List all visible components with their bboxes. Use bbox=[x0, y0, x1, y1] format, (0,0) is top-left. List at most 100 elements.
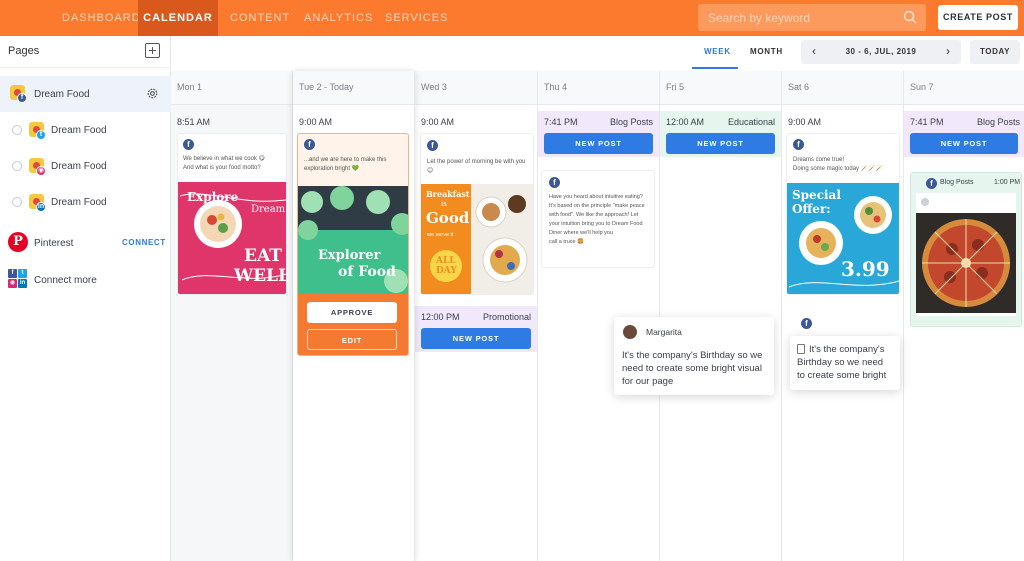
create-post-button[interactable]: CREATE POST bbox=[938, 5, 1018, 30]
comment-author: Margarita bbox=[646, 327, 682, 337]
twitter-badge-icon: t bbox=[36, 130, 46, 140]
time-slot-blog-posts: 7:41 PM Blog Posts NEW POST bbox=[538, 111, 659, 157]
sidebar-page-dream-food-linkedin[interactable]: in Dream Food bbox=[0, 184, 171, 220]
day-label: Tue 2 - Today bbox=[299, 82, 354, 92]
post-text: ...and we are here to make this bbox=[304, 157, 387, 163]
search-input[interactable] bbox=[698, 4, 898, 31]
nav-tab-content[interactable]: CONTENT bbox=[230, 0, 290, 36]
new-post-button[interactable]: NEW POST bbox=[910, 133, 1018, 154]
post-text: your intuition bring you to Dream Food bbox=[549, 221, 643, 227]
post-text: And what is your food motto? bbox=[183, 165, 261, 171]
new-post-button[interactable]: NEW POST bbox=[666, 133, 775, 154]
new-post-button[interactable]: NEW POST bbox=[421, 328, 531, 349]
post-card-thu[interactable]: f Have you heard about intuitive eating?… bbox=[541, 170, 655, 268]
post-card-sat[interactable]: f Dreams come true! Doing some magic tod… bbox=[786, 133, 900, 295]
post-image-explore-dream: Explore Dream. EAT WELL. bbox=[178, 182, 287, 294]
sidebar-page-label: Dream Food bbox=[51, 161, 107, 172]
image-text: of Food bbox=[338, 264, 396, 280]
instagram-badge-icon: ◉ bbox=[36, 166, 46, 176]
nav-tab-services[interactable]: SERVICES bbox=[385, 0, 448, 36]
app-window: DASHBOARD CALENDAR CONTENT ANALYTICS SER… bbox=[0, 0, 1024, 561]
facebook-icon: f bbox=[304, 139, 315, 150]
post-text: It's based on the principle "make peace bbox=[549, 203, 645, 209]
prev-week-chevron-icon[interactable]: ‹ bbox=[807, 44, 821, 58]
post-card-sun[interactable]: f Blog Posts 1:00 PM bbox=[910, 172, 1022, 327]
sidebar-page-label: Dream Food bbox=[51, 125, 107, 136]
slot-time: 9:00 AM bbox=[788, 117, 822, 127]
day-label: Sun 7 bbox=[910, 82, 934, 92]
comment-text: Birthday so we need bbox=[797, 357, 884, 368]
page-select-radio[interactable] bbox=[12, 161, 22, 171]
post-card-wed[interactable]: f Let the power of morning be with you 😊… bbox=[420, 133, 534, 295]
nav-tab-calendar[interactable]: CALENDAR bbox=[138, 0, 218, 36]
search-icon[interactable] bbox=[903, 10, 917, 24]
gear-icon[interactable] bbox=[146, 87, 159, 100]
page-select-radio[interactable] bbox=[12, 197, 22, 207]
image-text: Offer: bbox=[792, 202, 831, 216]
edit-button[interactable]: EDIT bbox=[307, 329, 397, 350]
post-image-special-offer: Special Offer: 3.99 bbox=[787, 183, 899, 294]
view-month-button[interactable]: MONTH bbox=[750, 47, 783, 56]
connect-more-link[interactable]: Connect more bbox=[34, 275, 97, 286]
day-column-fri: Fri 5 12:00 AM Educational NEW POST bbox=[660, 71, 782, 561]
avatar bbox=[623, 325, 637, 339]
approve-button[interactable]: APPROVE bbox=[307, 302, 397, 323]
pinterest-label: Pinterest bbox=[34, 238, 74, 249]
slot-time: 12:00 PM bbox=[421, 312, 460, 322]
slot-time: 9:00 AM bbox=[299, 117, 333, 127]
next-week-chevron-icon[interactable]: › bbox=[941, 44, 955, 58]
day-column-sun: Sun 7 7:41 PM Blog Posts NEW POST f Blog… bbox=[904, 71, 1024, 561]
day-header: Thu 4 bbox=[538, 71, 659, 105]
new-post-button[interactable]: NEW POST bbox=[544, 133, 653, 154]
day-column-thu: Thu 4 7:41 PM Blog Posts NEW POST f Have… bbox=[538, 71, 660, 561]
facebook-icon: f bbox=[183, 139, 194, 150]
comment-text: need to create some bright visual bbox=[622, 363, 762, 374]
post-text: Diner where we'll help you bbox=[549, 230, 614, 236]
day-column-sat: Sat 6 9:00 AM f Dreams come true! Doing … bbox=[782, 71, 904, 561]
day-column-tue-today: Tue 2 - Today 9:00 AM f ...and we are he… bbox=[293, 71, 415, 561]
slot-time: 1:00 PM bbox=[994, 179, 1021, 186]
image-text: Special bbox=[792, 188, 841, 202]
day-label: Thu 4 bbox=[544, 82, 568, 92]
post-image-breakfast: Breakfast is Good we serve it ALL DAY bbox=[421, 184, 533, 294]
pinterest-icon: P bbox=[8, 232, 28, 252]
post-text: call a truce 🍔 bbox=[549, 239, 584, 245]
facebook-icon: f bbox=[801, 318, 812, 329]
day-header: Mon 1 bbox=[171, 71, 292, 105]
date-range-selector: ‹ 30 - 6, JUL, 2019 › bbox=[801, 40, 961, 64]
sidebar-page-dream-food-instagram[interactable]: ◉ Dream Food bbox=[0, 148, 171, 184]
image-text: Explorer bbox=[318, 248, 381, 263]
comment-popup-sat[interactable]: It's the company's Birthday so we need t… bbox=[790, 336, 900, 390]
image-text: ALL bbox=[436, 256, 456, 266]
image-text: Dream. bbox=[251, 204, 287, 215]
view-week-button[interactable]: WEEK bbox=[704, 47, 731, 56]
slot-tag: Promotional bbox=[482, 312, 531, 322]
today-button[interactable]: TODAY bbox=[970, 40, 1020, 64]
comment-text: to create some bright bbox=[797, 370, 887, 381]
slot-tag: Educational bbox=[727, 117, 775, 127]
time-slot-blog-posts: 7:41 PM Blog Posts NEW POST bbox=[904, 111, 1024, 157]
day-label: Mon 1 bbox=[177, 82, 203, 92]
preview-avatar bbox=[921, 198, 929, 206]
image-text: Breakfast bbox=[426, 189, 470, 199]
facebook-icon: f bbox=[549, 177, 560, 188]
sidebar-page-dream-food-twitter[interactable]: t Dream Food bbox=[0, 112, 171, 148]
connect-pinterest-link[interactable]: CONNECT bbox=[122, 238, 166, 247]
add-page-icon[interactable] bbox=[145, 43, 160, 58]
post-card-tue-pending[interactable]: f ...and we are here to make this explor… bbox=[297, 133, 409, 356]
sidebar-page-dream-food-facebook[interactable]: f Dream Food bbox=[0, 76, 171, 112]
image-text: EAT bbox=[244, 246, 282, 266]
page-select-radio[interactable] bbox=[12, 125, 22, 135]
sidebar-page-label: Dream Food bbox=[34, 89, 90, 100]
slot-time: 9:00 AM bbox=[421, 117, 455, 127]
post-card-mon[interactable]: f We believe in what we cook 😋 And what … bbox=[177, 133, 287, 295]
social-networks-icon: f t ◉ in bbox=[8, 269, 27, 288]
comment-popup-margarita[interactable]: Margarita It's the company's Birthday so… bbox=[614, 317, 774, 395]
linkedin-badge-icon: in bbox=[36, 202, 46, 212]
nav-tab-analytics[interactable]: ANALYTICS bbox=[304, 0, 373, 36]
nav-tab-dashboard[interactable]: DASHBOARD bbox=[62, 0, 141, 36]
post-text: Have you heard about intuitive eating? bbox=[549, 194, 643, 200]
image-text: 3.99 bbox=[841, 257, 890, 281]
time-slot-educational: 12:00 AM Educational NEW POST bbox=[660, 111, 781, 157]
note-icon bbox=[797, 344, 805, 354]
